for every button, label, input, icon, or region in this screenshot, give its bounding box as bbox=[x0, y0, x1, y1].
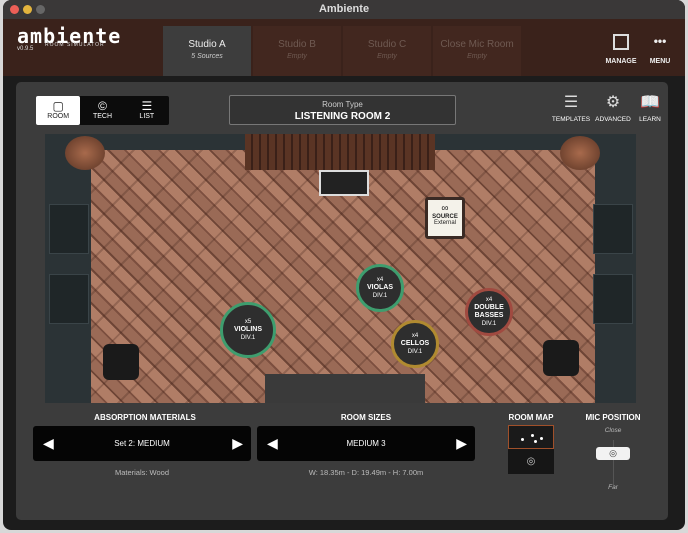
room-icon: ▢ bbox=[52, 99, 64, 113]
magnifier-gear-icon: ⚙ bbox=[605, 94, 621, 111]
list-icon: ☰ bbox=[141, 99, 153, 113]
room-size-selector: ◀ MEDIUM 3 ▶ bbox=[257, 426, 475, 461]
view-label: TECH bbox=[92, 113, 113, 120]
source-double-basses[interactable]: x4 DOUBLE BASSES DIV.1 bbox=[465, 288, 513, 336]
source-name: CELLOS bbox=[400, 340, 430, 347]
diffuser bbox=[560, 136, 600, 170]
mic-position-label: MIC POSITION bbox=[585, 413, 641, 422]
external-source[interactable]: ∞ SOURCE External bbox=[425, 197, 465, 239]
view-switcher: ▢ ROOM © TECH ☰ LIST bbox=[36, 96, 169, 125]
materials-text: Materials: Wood bbox=[114, 468, 170, 477]
manage-label: MANAGE bbox=[605, 58, 637, 65]
source-count: x4 bbox=[485, 297, 493, 303]
absorption-label: ABSORPTION MATERIALS bbox=[94, 413, 196, 422]
source-violins[interactable]: x5 VIOLINS DIV.1 bbox=[220, 302, 276, 358]
advanced-label: ADVANCED bbox=[595, 116, 631, 123]
zoom-window-button[interactable] bbox=[36, 5, 45, 14]
source-cellos[interactable]: x4 CELLOS DIV.1 bbox=[391, 320, 439, 368]
templates-label: TEMPLATES bbox=[551, 116, 591, 123]
source-count: x4 bbox=[411, 333, 419, 339]
source-name: VIOLINS bbox=[233, 326, 262, 333]
tab-studio-a[interactable]: Studio A 5 Sources bbox=[163, 26, 251, 76]
tab-studio-b[interactable]: Studio B Empty bbox=[253, 26, 341, 76]
source-sub: External bbox=[433, 220, 456, 226]
book-icon: 📖 bbox=[640, 94, 660, 111]
source-violas[interactable]: x4 VIOLAS DIV.1 bbox=[356, 264, 404, 312]
mic-far-label: Far bbox=[608, 484, 618, 491]
room-type-selector[interactable]: Room Type LISTENING ROOM 2 bbox=[229, 95, 456, 125]
version-label: v0.9.5 bbox=[17, 46, 34, 52]
link-icon: ∞ bbox=[441, 203, 449, 214]
mic-icon: ◎ bbox=[526, 456, 536, 467]
mic-close-label: Close bbox=[604, 427, 622, 434]
tab-sub: Empty bbox=[287, 53, 307, 60]
window-title: Ambiente bbox=[318, 3, 370, 15]
app-window: Ambiente ambiente ROOM SIMULATOR v0.9.5 … bbox=[3, 0, 685, 530]
source-division: DIV.1 bbox=[481, 321, 497, 327]
view-list-button[interactable]: ☰ LIST bbox=[125, 96, 169, 125]
source-count: x4 bbox=[376, 277, 384, 283]
room-type-value: LISTENING ROOM 2 bbox=[294, 111, 391, 122]
wall-panel bbox=[49, 204, 89, 254]
advanced-button[interactable]: ⚙ ADVANCED bbox=[593, 92, 633, 123]
menu-label: MENU bbox=[649, 58, 671, 65]
templates-button[interactable]: ☰ TEMPLATES bbox=[551, 92, 591, 123]
menu-button[interactable]: ••• MENU bbox=[645, 34, 675, 65]
wall-panel bbox=[49, 274, 89, 324]
learn-button[interactable]: 📖 LEARN bbox=[635, 92, 665, 123]
tab-sub: Empty bbox=[467, 53, 487, 60]
chair bbox=[543, 340, 579, 376]
tab-close-mic-room[interactable]: Close Mic Room Empty bbox=[433, 26, 521, 76]
source-division: DIV.1 bbox=[240, 335, 256, 341]
view-tech-button[interactable]: © TECH bbox=[80, 96, 124, 125]
source-name: DOUBLE BASSES bbox=[474, 304, 504, 319]
source-name: VIOLAS bbox=[366, 284, 394, 291]
desk bbox=[319, 170, 369, 196]
tab-studio-c[interactable]: Studio C Empty bbox=[343, 26, 431, 76]
minimize-window-button[interactable] bbox=[23, 5, 32, 14]
list-icon: ☰ bbox=[563, 94, 579, 111]
tab-sub: 5 Sources bbox=[191, 53, 223, 60]
room-view[interactable]: ∞ SOURCE External x5 VIOLINS DIV.1 x4 VIOLAS DI… bbox=[45, 134, 636, 403]
dimensions-text: W: 18.35m - D: 19.49m - H: 7.00m bbox=[308, 468, 424, 477]
rug bbox=[265, 374, 425, 403]
wall-panel bbox=[593, 274, 633, 324]
frame-icon bbox=[613, 34, 629, 50]
source-division: DIV.1 bbox=[372, 293, 388, 299]
mic-slider-handle[interactable]: ◎ bbox=[596, 447, 630, 460]
room-type-label: Room Type bbox=[322, 100, 363, 109]
title-bar: Ambiente bbox=[3, 0, 685, 19]
chair bbox=[103, 344, 139, 380]
learn-label: LEARN bbox=[639, 116, 661, 123]
tech-icon: © bbox=[98, 99, 107, 113]
next-absorption-button[interactable]: ▶ bbox=[232, 426, 243, 461]
tab-label: Studio C bbox=[367, 39, 407, 50]
tab-label: Studio A bbox=[188, 39, 226, 50]
wall-panel bbox=[593, 204, 633, 254]
source-count: x5 bbox=[244, 319, 252, 325]
room-sizes-label: ROOM SIZES bbox=[340, 413, 392, 422]
view-label: LIST bbox=[139, 113, 155, 120]
diffuser bbox=[65, 136, 105, 170]
absorption-selector: ◀ Set 2: MEDIUM ▶ bbox=[33, 426, 251, 461]
prev-size-button[interactable]: ◀ bbox=[267, 426, 278, 461]
room-size-value: MEDIUM 3 bbox=[346, 439, 386, 448]
view-label: ROOM bbox=[47, 113, 70, 120]
tab-label: Studio B bbox=[278, 39, 316, 50]
room-map-label: ROOM MAP bbox=[508, 413, 554, 422]
absorption-value: Set 2: MEDIUM bbox=[114, 439, 170, 448]
source-division: DIV.1 bbox=[407, 349, 423, 355]
bookshelf bbox=[245, 134, 435, 170]
mic-map-button[interactable]: ◎ bbox=[508, 449, 554, 474]
logo-subtitle: ROOM SIMULATOR bbox=[45, 42, 105, 48]
next-size-button[interactable]: ▶ bbox=[456, 426, 467, 461]
view-room-button[interactable]: ▢ ROOM bbox=[36, 96, 81, 125]
room-map-thumbnail[interactable] bbox=[508, 425, 554, 449]
close-window-button[interactable] bbox=[10, 5, 19, 14]
tab-label: Close Mic Room bbox=[440, 39, 514, 50]
prev-absorption-button[interactable]: ◀ bbox=[43, 426, 54, 461]
manage-button[interactable]: MANAGE bbox=[603, 34, 639, 65]
tab-sub: Empty bbox=[377, 53, 397, 60]
more-icon: ••• bbox=[653, 34, 667, 48]
